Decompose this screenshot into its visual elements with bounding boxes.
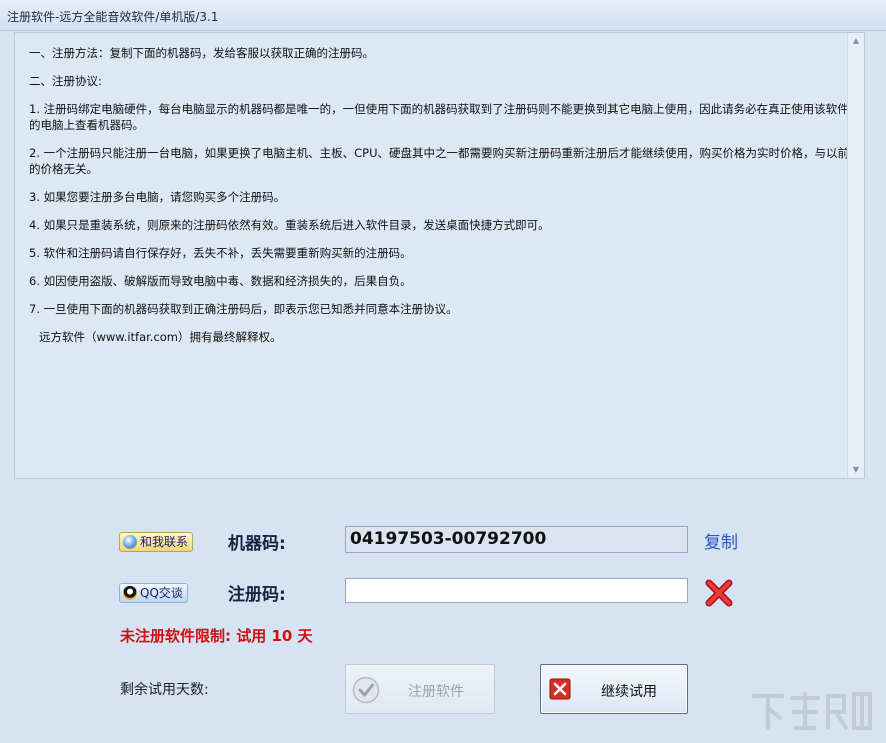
trial-limit-warning: 未注册软件限制: 试用 10 天 <box>120 627 313 645</box>
contact-button-label: 和我联系 <box>140 535 189 549</box>
agreement-paragraph: 5. 软件和注册码请自行保存好，丢失不补，丢失需要重新购买新的注册码。 <box>29 246 412 260</box>
agreement-paragraph: 3. 如果您要注册多台电脑，请您购买多个注册码。 <box>29 190 286 204</box>
remaining-trial-days-label: 剩余试用天数: <box>120 682 209 698</box>
red-x-square-icon <box>549 678 571 704</box>
agreement-paragraph: 远方软件（www.itfar.com）拥有最终解释权。 <box>39 330 282 344</box>
register-software-button-label: 注册软件 <box>408 684 464 700</box>
qq-penguin-icon <box>123 586 137 600</box>
continue-trial-button[interactable]: 继续试用 <box>540 664 688 714</box>
agreement-scrollbar[interactable]: ▲ ▼ <box>847 33 864 478</box>
qq-chat-button[interactable]: QQ交谈 <box>119 583 188 603</box>
machine-code-label: 机器码: <box>228 534 286 554</box>
agreement-paragraph: 2. 一个注册码只能注册一台电脑，如果更换了电脑主机、主板、CPU、硬盘其中之一… <box>29 146 850 176</box>
registration-code-label: 注册码: <box>228 585 286 605</box>
agreement-paragraph: 1. 注册码绑定电脑硬件，每台电脑显示的机器码都是唯一的，一但使用下面的机器码获… <box>29 102 849 132</box>
agreement-text: 一、注册方法：复制下面的机器码，发给客服以获取正确的注册码。 二、注册协议: 1… <box>29 45 851 357</box>
scroll-down-arrow-icon[interactable]: ▼ <box>848 462 864 478</box>
copy-link[interactable]: 复制 <box>704 528 738 553</box>
contact-button[interactable]: 和我联系 <box>119 532 194 552</box>
contact-icon <box>123 535 137 549</box>
agreement-paragraph: 7. 一旦使用下面的机器码获取到正确注册码后，即表示您已知悉并同意本注册协议。 <box>29 302 458 316</box>
watermark-logo <box>748 688 876 736</box>
register-software-button[interactable]: 注册软件 <box>345 664 495 714</box>
scroll-up-arrow-icon[interactable]: ▲ <box>848 33 864 49</box>
qq-chat-button-label: QQ交谈 <box>140 586 183 600</box>
red-x-icon <box>705 579 733 607</box>
clear-red-x-icon[interactable] <box>704 578 734 608</box>
agreement-paragraph: 一、注册方法：复制下面的机器码，发给客服以获取正确的注册码。 <box>29 46 374 60</box>
agreement-paragraph: 6. 如因使用盗版、破解版而导致电脑中毒、数据和经济损失的，后果自负。 <box>29 274 412 288</box>
title-bar: 注册软件-远方全能音效软件/单机版/3.1 <box>0 0 886 31</box>
registration-code-input[interactable] <box>345 578 688 603</box>
checkmark-icon <box>352 676 380 708</box>
machine-code-field[interactable]: 04197503-00792700 <box>345 526 688 553</box>
agreement-paragraph: 二、注册协议: <box>29 74 102 88</box>
window-title: 注册软件-远方全能音效软件/单机版/3.1 <box>7 10 219 24</box>
agreement-panel[interactable]: 一、注册方法：复制下面的机器码，发给客服以获取正确的注册码。 二、注册协议: 1… <box>14 32 865 479</box>
agreement-paragraph: 4. 如果只是重装系统，则原来的注册码依然有效。重装系统后进入软件目录，发送桌面… <box>29 218 550 232</box>
continue-trial-button-label: 继续试用 <box>601 684 657 700</box>
